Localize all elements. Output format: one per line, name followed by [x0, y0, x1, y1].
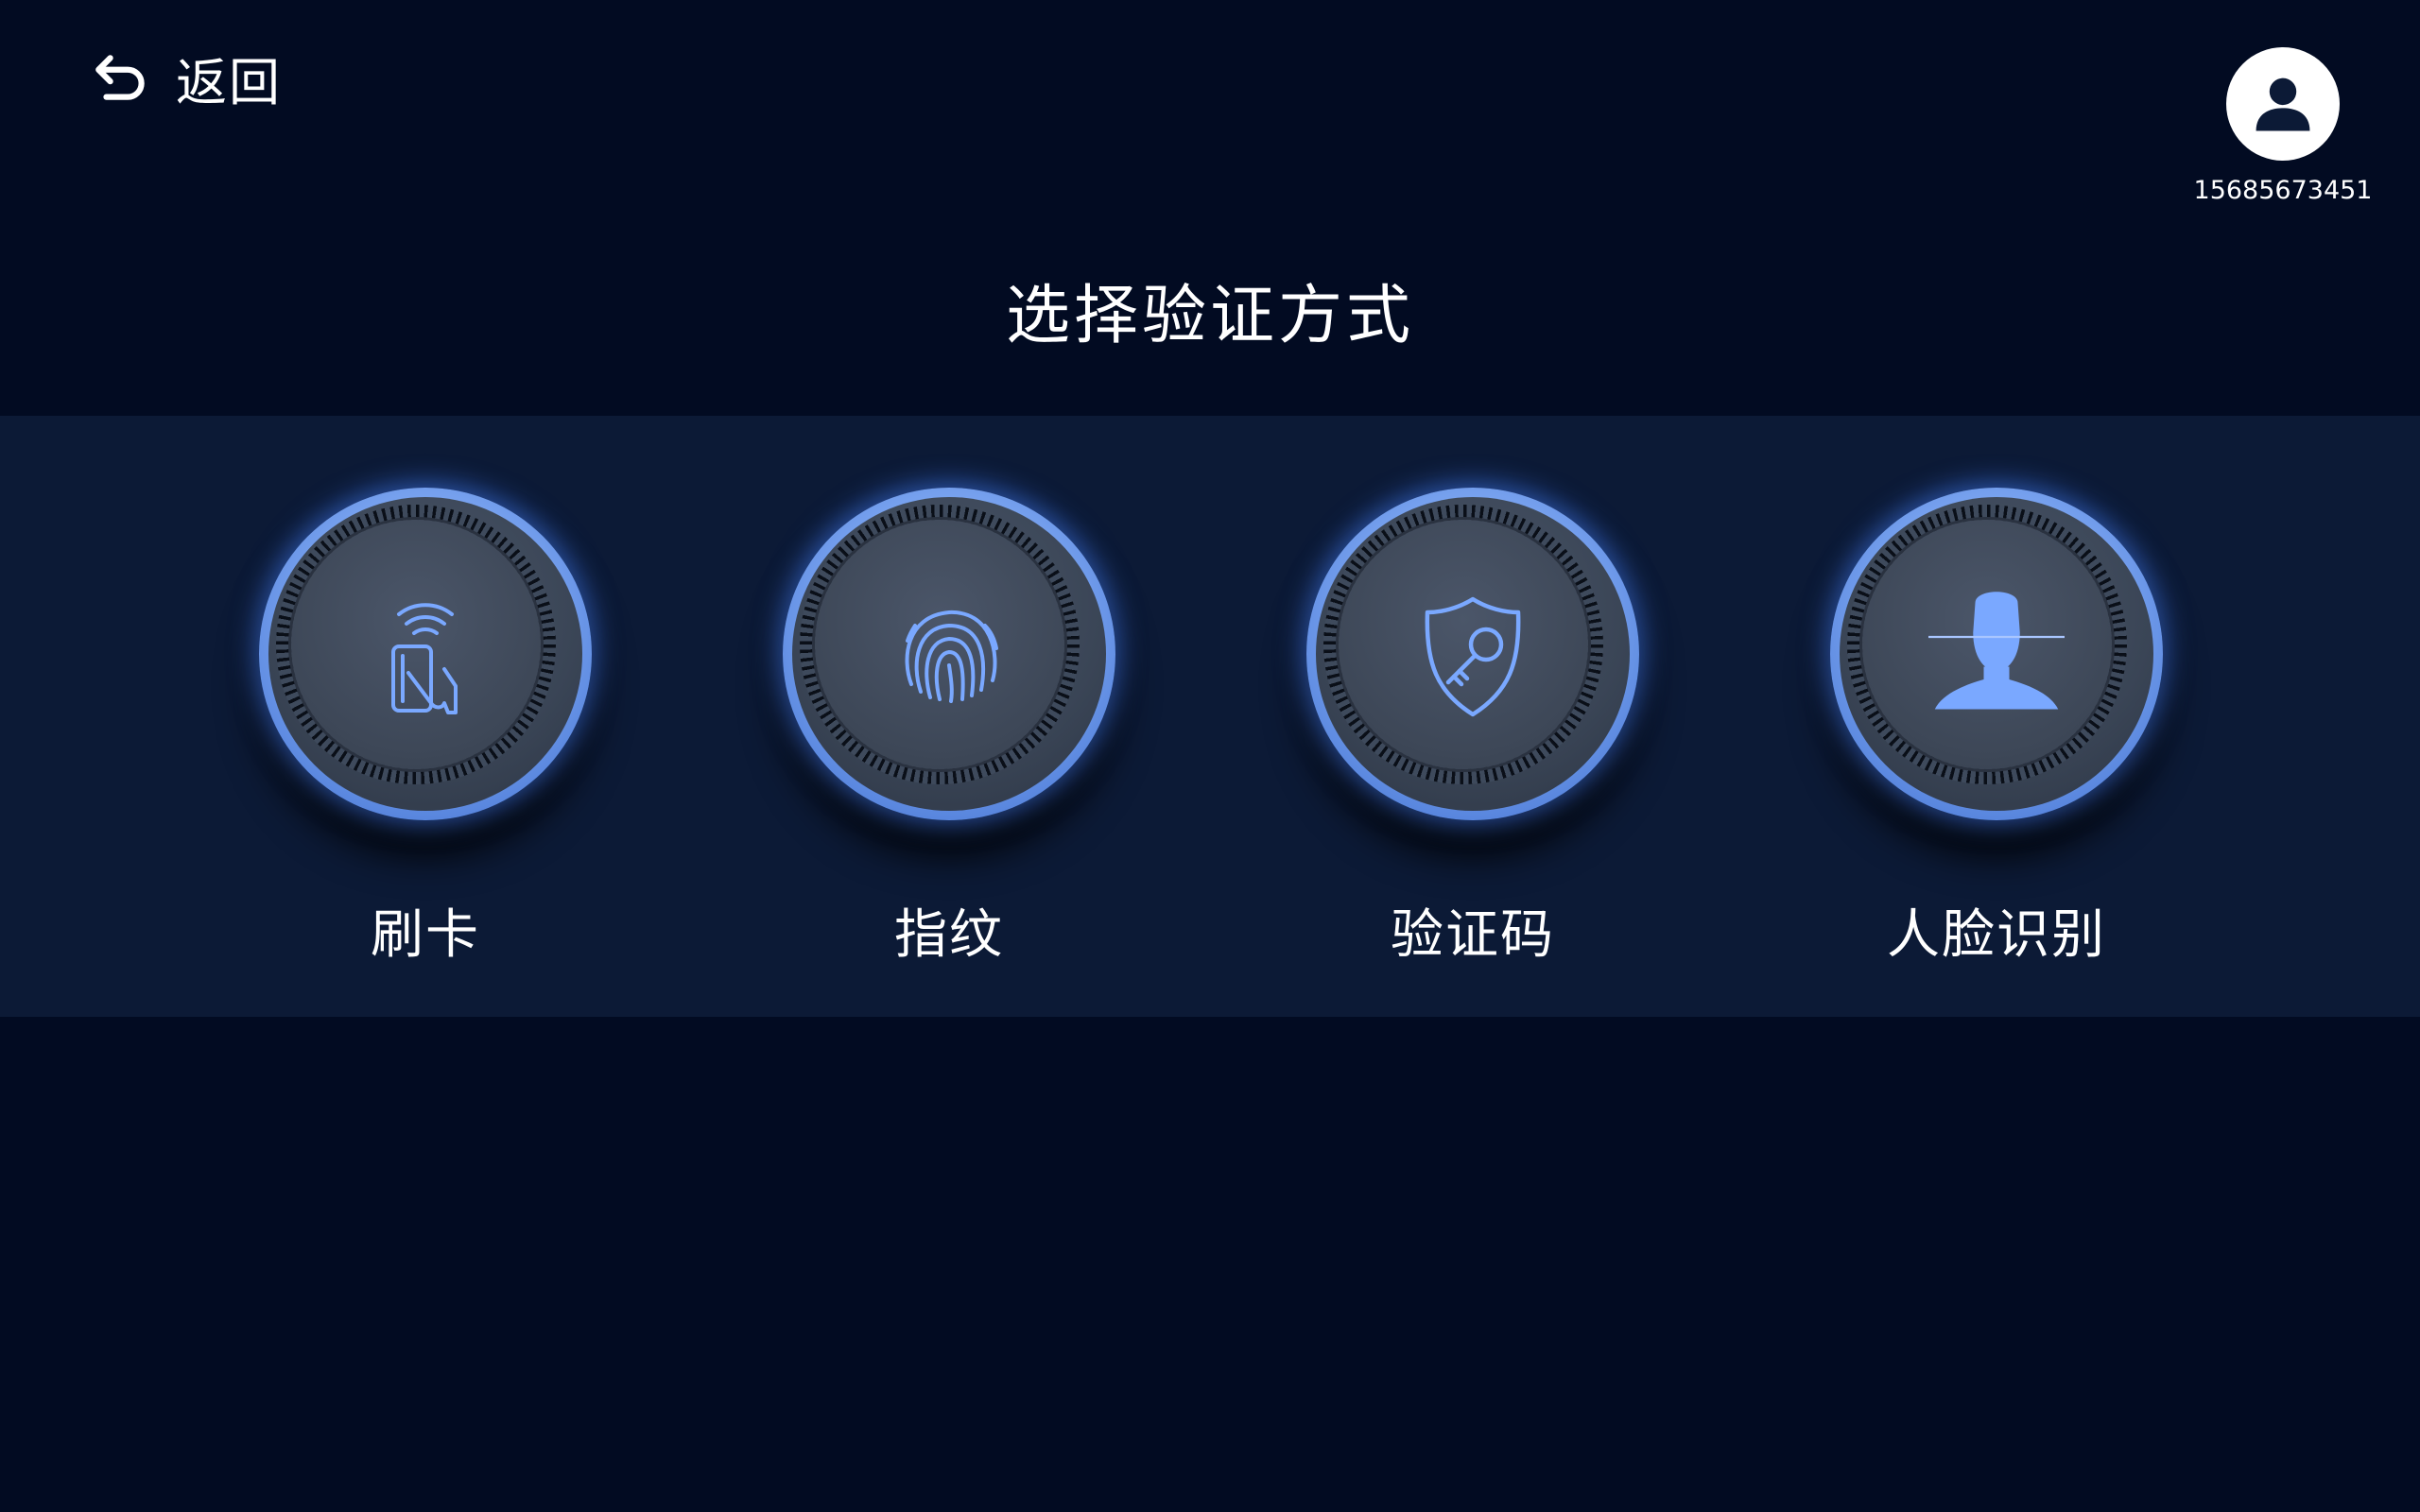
option-face-recognition[interactable]: 人脸识别: [1826, 488, 2167, 969]
back-button[interactable]: 返回: [91, 43, 282, 112]
verification-method-screen: 返回 15685673451 选择验证方式 刷卡 指纹 验证码 人脸识别: [0, 0, 2420, 1512]
back-label: 返回: [176, 52, 282, 112]
option-label: 验证码: [1391, 904, 1555, 966]
option-card-swipe[interactable]: 刷卡: [255, 488, 596, 969]
card-swipe-dial[interactable]: [259, 488, 592, 820]
option-fingerprint[interactable]: 指纹: [779, 488, 1119, 969]
option-label: 人脸识别: [1887, 904, 2106, 966]
face-recognition-dial[interactable]: [1830, 488, 2163, 820]
face-scan-icon: [1928, 592, 2065, 710]
card-swipe-icon: [391, 603, 458, 714]
option-label: 指纹: [894, 904, 1004, 966]
avatar[interactable]: [2226, 47, 2340, 161]
undo-arrow-icon: [95, 55, 145, 100]
option-verification-code[interactable]: 验证码: [1303, 488, 1643, 969]
fingerprint-icon: [905, 610, 998, 703]
user-phone-number: 15685673451: [2193, 176, 2373, 205]
page-title: 选择验证方式: [1005, 279, 1414, 353]
verification-code-dial[interactable]: [1306, 488, 1639, 820]
fingerprint-dial[interactable]: [783, 488, 1115, 820]
user-icon: [2256, 77, 2310, 131]
option-label: 刷卡: [371, 904, 480, 966]
user-profile: 15685673451: [2193, 47, 2373, 205]
options-panel: 刷卡 指纹 验证码 人脸识别: [0, 416, 2420, 1017]
shield-key-icon: [1425, 596, 1521, 717]
